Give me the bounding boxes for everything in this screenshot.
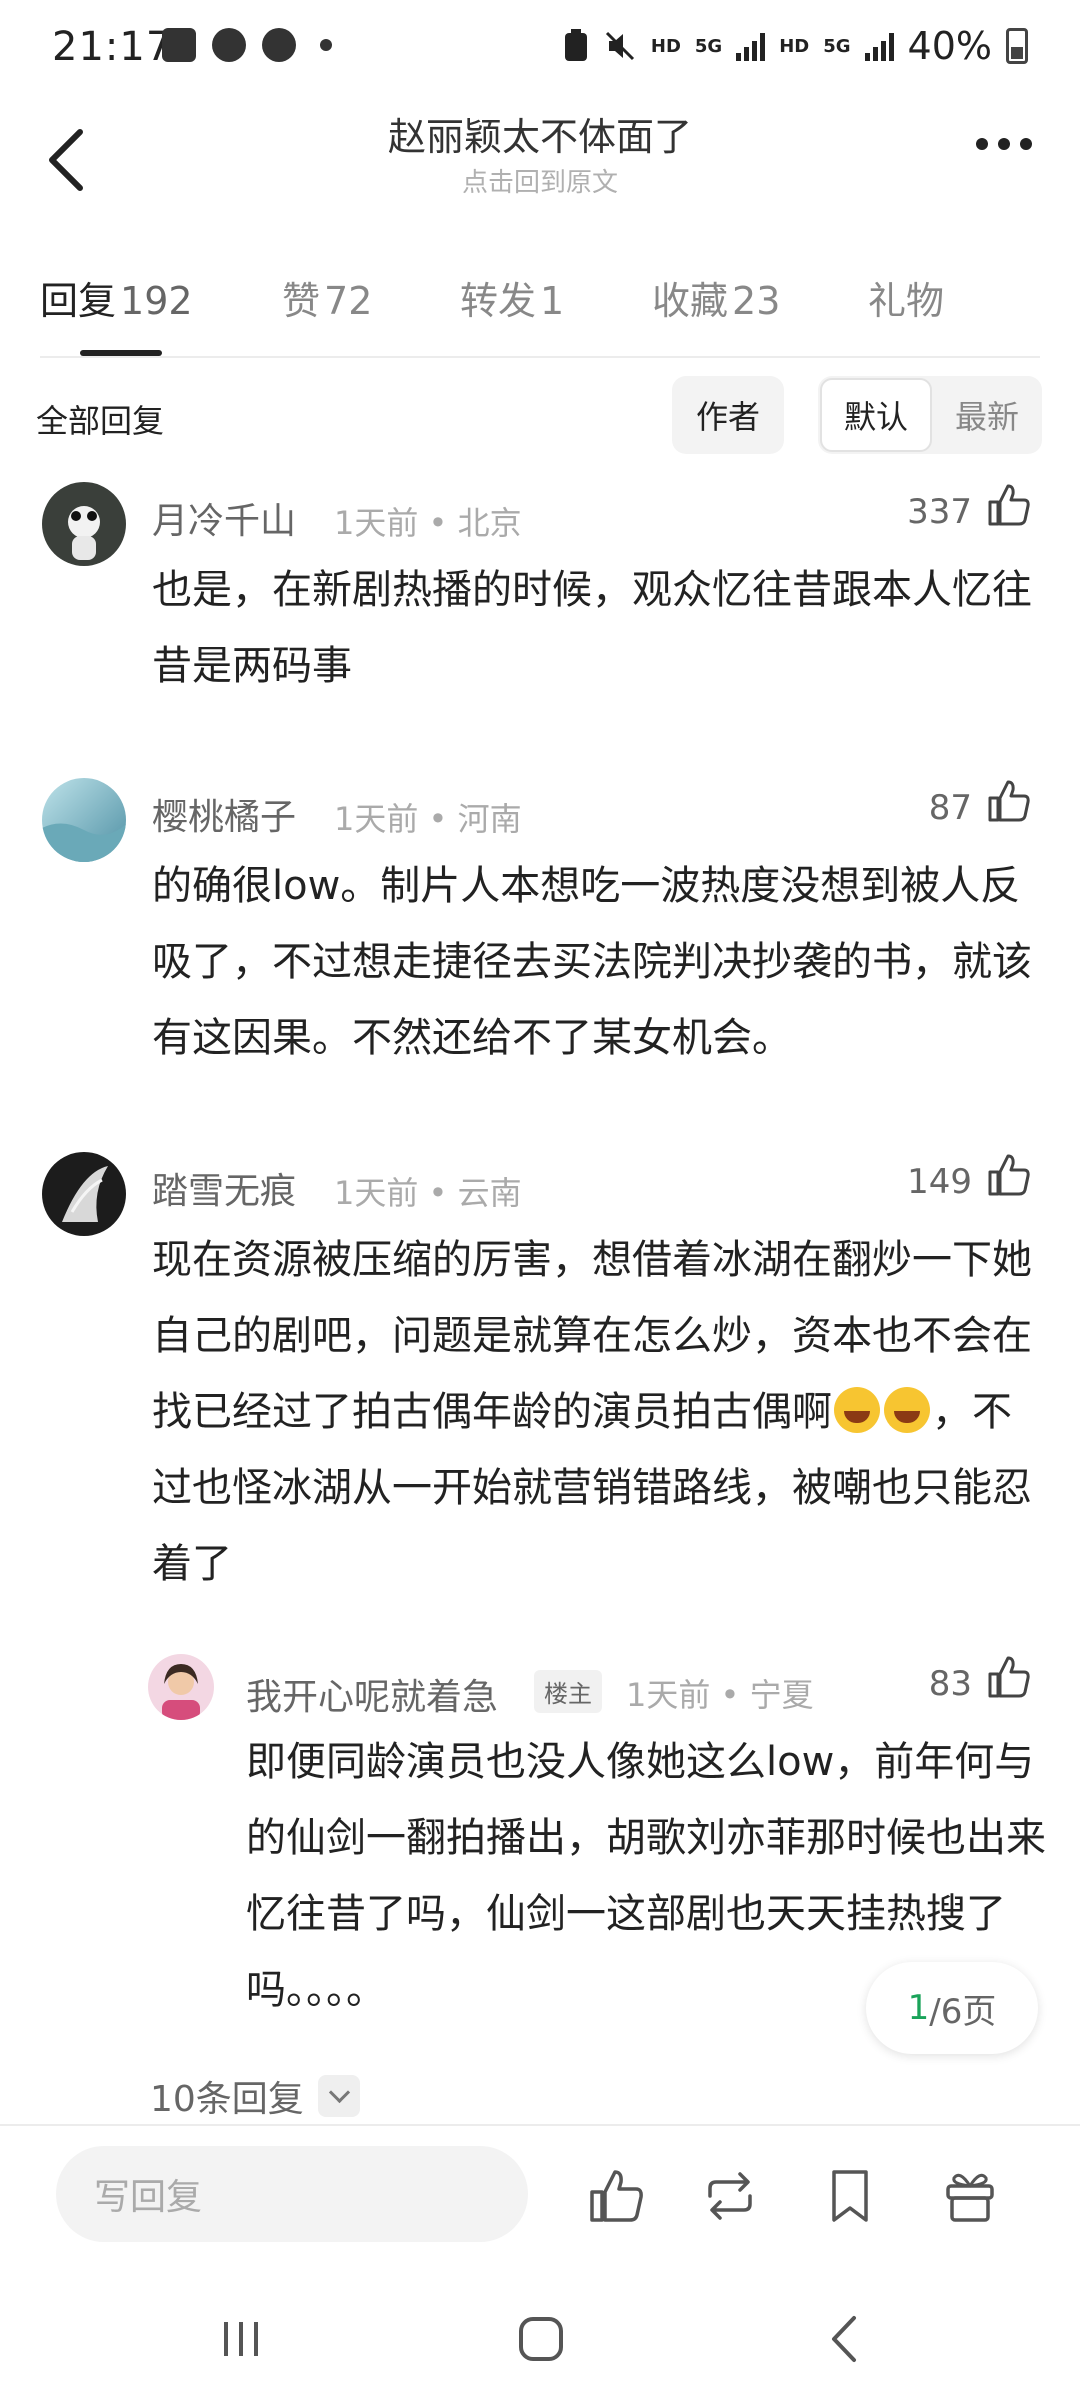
author-only-button[interactable]: 作者 xyxy=(672,376,784,454)
tab-label: 转发 xyxy=(460,279,537,323)
tab-bar: 回复 192 赞 72 转发 1 收藏 23 礼物 xyxy=(0,262,1080,362)
comment-meta: 1天前 • 北京 xyxy=(334,504,522,542)
like-icon[interactable] xyxy=(586,2166,646,2226)
more-dot-icon xyxy=(998,138,1010,150)
current-page: 1 xyxy=(907,1988,930,2028)
tab-label: 礼物 xyxy=(868,279,945,323)
chevron-down-icon xyxy=(317,2075,360,2117)
like-count: 87 xyxy=(928,788,972,828)
like-icon[interactable] xyxy=(986,482,1032,528)
comment-text: 也是，在新剧热播的时候，观众忆往昔跟本人忆往昔是两码事 xyxy=(152,567,1032,689)
gift-icon[interactable] xyxy=(940,2166,1000,2226)
all-replies-label: 全部回复 xyxy=(36,402,165,440)
weibo-icon xyxy=(262,28,296,62)
tab-favorites[interactable]: 收藏 23 xyxy=(652,270,780,325)
recent-apps-icon[interactable] xyxy=(206,2304,276,2374)
reply-input[interactable]: 写回复 xyxy=(56,2146,528,2242)
signal-icon-2 xyxy=(864,31,894,61)
tab-gifts[interactable]: 礼物 xyxy=(868,270,944,325)
reply-username[interactable]: 我开心呢就着急 xyxy=(246,1668,498,1720)
comment-item: 踏雪无痕 1天前 • 云南 149 现在资源被压缩的厉害，想借着冰湖在翻炒一下她… xyxy=(0,1152,1080,1622)
total-pages: /6页 xyxy=(929,1991,997,2032)
signal-icon-1 xyxy=(736,31,766,61)
tab-label: 赞 xyxy=(282,279,321,323)
home-icon[interactable] xyxy=(506,2304,576,2374)
tab-likes[interactable]: 赞 72 xyxy=(282,270,372,325)
like-icon[interactable] xyxy=(986,1654,1032,1700)
comment-username[interactable]: 踏雪无痕 xyxy=(152,1162,296,1214)
filter-row: 全部回复 作者 默认 最新 xyxy=(0,372,1080,456)
header: 赵丽颖太不体面了 点击回到原文 xyxy=(0,100,1080,220)
page-title[interactable]: 赵丽颖太不体面了 xyxy=(0,106,1080,161)
owner-badge: 楼主 xyxy=(534,1670,602,1713)
status-bar: 21:17 HD 5G HD 5G 40% xyxy=(0,0,1080,100)
avatar[interactable] xyxy=(42,1152,126,1236)
comment-username[interactable]: 月冷千山 xyxy=(152,492,296,544)
comment-item: 樱桃橘子 1天前 • 河南 87 的确很low。制片人本想吃一波热度没想到被人反… xyxy=(0,778,1080,1098)
like-icon[interactable] xyxy=(986,778,1032,824)
comment-item: 月冷千山 1天前 • 北京 337 也是，在新剧热播的时候，观众忆往昔跟本人忆往… xyxy=(0,482,1080,722)
hd-label-1: HD xyxy=(650,35,681,57)
sort-toggle: 默认 最新 xyxy=(818,376,1042,454)
more-notifications-dot-icon xyxy=(320,39,332,51)
avatar[interactable] xyxy=(148,1654,214,1720)
hd-label-2: HD xyxy=(779,35,810,57)
comment-text: 现在资源被压缩的厉害，想借着冰湖在翻炒一下她自己的剧吧，问题是就算在怎么炒，资本… xyxy=(152,1222,1032,1602)
system-nav-bar xyxy=(0,2276,1080,2400)
tab-count: 192 xyxy=(120,279,193,323)
sort-latest-button[interactable]: 最新 xyxy=(934,378,1040,452)
page-indicator[interactable]: 1/6页 xyxy=(866,1962,1038,2054)
rofl-emoji-icon xyxy=(834,1387,880,1433)
like-count: 149 xyxy=(907,1162,972,1202)
like-count: 337 xyxy=(907,492,972,532)
tab-count: 72 xyxy=(324,279,373,323)
avatar[interactable] xyxy=(42,778,126,862)
divider xyxy=(40,356,1040,358)
sort-default-button[interactable]: 默认 xyxy=(820,378,932,452)
tab-count: 1 xyxy=(540,279,565,323)
battery-percent: 40% xyxy=(907,24,992,68)
avatar[interactable] xyxy=(42,482,126,566)
status-time: 21:17 xyxy=(52,24,173,70)
back-to-original-link[interactable]: 点击回到原文 xyxy=(0,162,1080,199)
back-nav-icon[interactable] xyxy=(810,2304,880,2374)
comment-meta: 1天前 • 云南 xyxy=(334,1174,522,1212)
net-label-1: 5G xyxy=(694,35,723,57)
like-icon[interactable] xyxy=(986,1152,1032,1198)
expand-replies-button[interactable]: 10条回复 xyxy=(150,2070,360,2122)
more-replies-label: 10条回复 xyxy=(150,2079,304,2120)
tab-label: 回复 xyxy=(40,279,117,323)
notification-icons xyxy=(162,28,332,62)
more-options-button[interactable] xyxy=(976,138,1032,150)
tab-reposts[interactable]: 转发 1 xyxy=(460,270,564,325)
battery-saver-icon xyxy=(564,29,587,61)
comment-username[interactable]: 樱桃橘子 xyxy=(152,788,296,840)
tab-replies[interactable]: 回复 192 xyxy=(40,270,193,325)
bottom-action-bar: 写回复 xyxy=(0,2124,1080,2274)
more-dot-icon xyxy=(1020,138,1032,150)
comment-meta: 1天前 • 河南 xyxy=(334,800,522,838)
tab-label: 收藏 xyxy=(652,279,729,323)
like-count: 83 xyxy=(928,1664,972,1704)
rofl-emoji-icon xyxy=(884,1387,930,1433)
bookmark-icon[interactable] xyxy=(820,2166,880,2226)
net-label-2: 5G xyxy=(823,35,851,57)
status-right: HD 5G HD 5G 40% xyxy=(563,24,1028,68)
comment-text: 的确很low。制片人本想吃一波热度没想到被人反吸了，不过想走捷径去买法院判决抄袭… xyxy=(152,863,1032,1061)
battery-icon xyxy=(1006,28,1028,64)
reply-meta: 1天前 • 宁夏 xyxy=(626,1676,814,1714)
repost-icon[interactable] xyxy=(700,2166,760,2226)
more-dot-icon xyxy=(976,138,988,150)
gallery-icon xyxy=(162,28,196,62)
wechat-icon xyxy=(212,28,246,62)
tab-count: 23 xyxy=(732,279,781,323)
mute-icon xyxy=(605,31,634,61)
